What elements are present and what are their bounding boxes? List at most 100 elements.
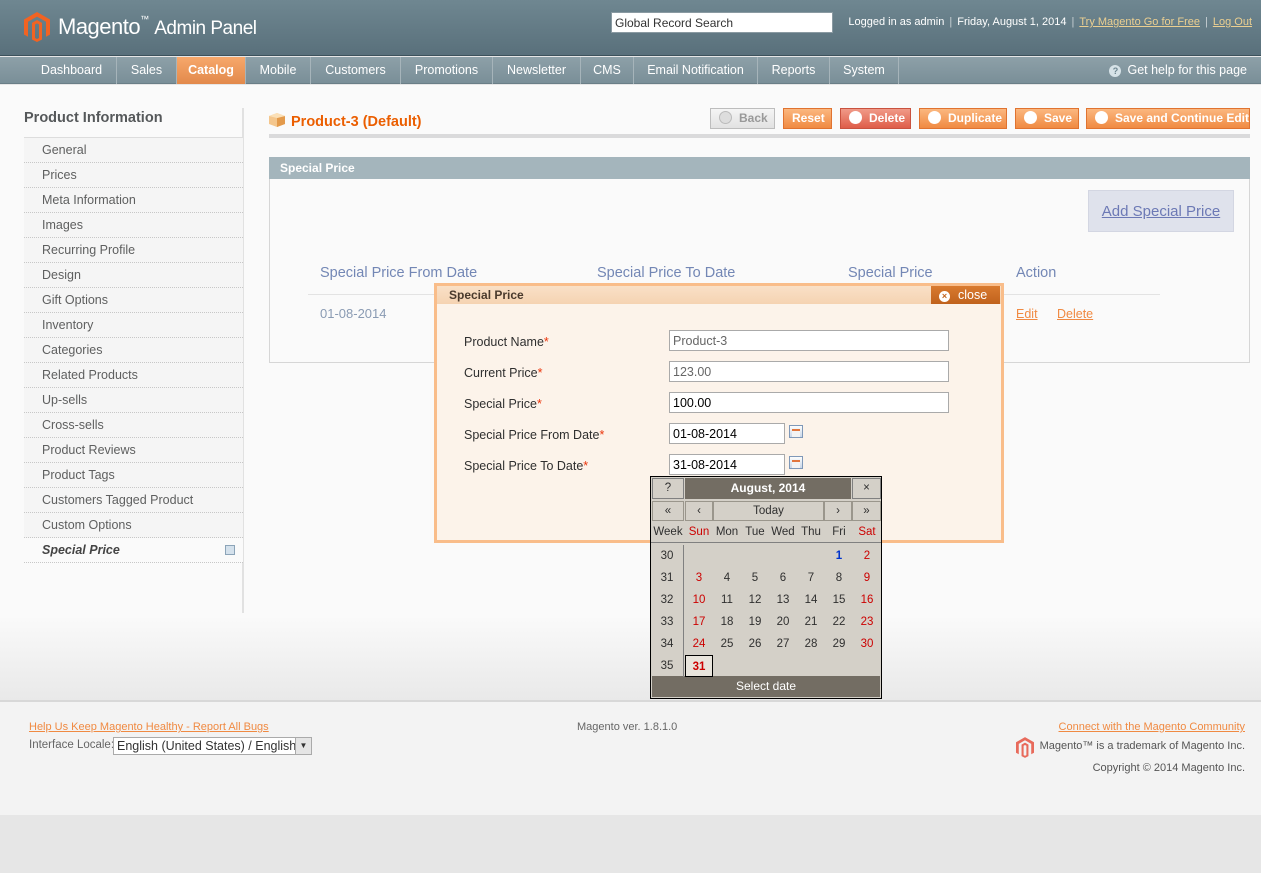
calendar-day[interactable]: 29 xyxy=(825,633,853,655)
community-link[interactable]: Connect with the Magento Community xyxy=(1059,721,1245,733)
calendar-weekday-header: Thu xyxy=(797,521,825,543)
nav-cms[interactable]: CMS xyxy=(581,57,634,84)
calendar-day[interactable]: 7 xyxy=(797,567,825,589)
tab-gift-options[interactable]: Gift Options xyxy=(24,288,243,313)
duplicate-button[interactable]: Duplicate xyxy=(919,108,1007,129)
calendar-help-button[interactable]: ? xyxy=(652,478,684,499)
calendar-day[interactable]: 30 xyxy=(853,633,881,655)
calendar-icon[interactable] xyxy=(789,425,803,438)
nav-email-notification[interactable]: Email Notification xyxy=(634,57,758,84)
tab-recurring-profile[interactable]: Recurring Profile xyxy=(24,238,243,263)
calendar-prev-month-button[interactable]: ‹ xyxy=(685,501,713,521)
from-date-label: Special Price From Date* xyxy=(464,428,605,442)
tab-images[interactable]: Images xyxy=(24,213,243,238)
calendar-day[interactable]: 17 xyxy=(685,611,713,633)
locale-select[interactable]: English (United States) / English ▼ xyxy=(113,737,312,755)
calendar-day[interactable]: 27 xyxy=(769,633,797,655)
calendar-day[interactable]: 15 xyxy=(825,589,853,611)
report-bugs-link[interactable]: Help Us Keep Magento Healthy - Report Al… xyxy=(29,721,269,733)
save-and-continue-button[interactable]: Save and Continue Edit xyxy=(1086,108,1250,129)
tab-inventory[interactable]: Inventory xyxy=(24,313,243,338)
special-price-field[interactable] xyxy=(669,392,949,413)
product-tabs: General Prices Meta Information Images R… xyxy=(24,137,243,563)
nav-newsletter[interactable]: Newsletter xyxy=(493,57,581,84)
calendar-day[interactable]: 2 xyxy=(853,545,881,567)
row-edit-link[interactable]: Edit xyxy=(1016,307,1038,321)
nav-system[interactable]: System xyxy=(830,57,899,84)
calendar-day[interactable]: 4 xyxy=(713,567,741,589)
nav-promotions[interactable]: Promotions xyxy=(401,57,493,84)
nav-catalog[interactable]: Catalog xyxy=(177,57,246,84)
nav-sales[interactable]: Sales xyxy=(117,57,177,84)
calendar-day[interactable]: 9 xyxy=(853,567,881,589)
tab-product-tags[interactable]: Product Tags xyxy=(24,463,243,488)
add-special-price-button[interactable]: Add Special Price xyxy=(1088,190,1234,232)
save-button[interactable]: Save xyxy=(1015,108,1079,129)
magento-logo-icon[interactable] xyxy=(24,12,50,42)
calendar-day[interactable]: 24 xyxy=(685,633,713,655)
calendar-day[interactable]: 5 xyxy=(741,567,769,589)
nav-dashboard[interactable]: Dashboard xyxy=(27,57,117,84)
product-name-field[interactable] xyxy=(669,330,949,351)
calendar-day[interactable]: 13 xyxy=(769,589,797,611)
tab-up-sells[interactable]: Up-sells xyxy=(24,388,243,413)
nav-customers[interactable]: Customers xyxy=(311,57,401,84)
calendar-day[interactable]: 23 xyxy=(853,611,881,633)
locale-label: Interface Locale: xyxy=(29,739,115,751)
tab-prices[interactable]: Prices xyxy=(24,163,243,188)
tab-customers-tagged-product[interactable]: Customers Tagged Product xyxy=(24,488,243,513)
calendar-day[interactable]: 10 xyxy=(685,589,713,611)
calendar-day[interactable]: 26 xyxy=(741,633,769,655)
calendar-week-number: 33 xyxy=(651,611,684,633)
calendar-day[interactable]: 21 xyxy=(797,611,825,633)
trademark-text: Magento™ is a trademark of Magento Inc. xyxy=(1039,740,1245,752)
calendar-close-button[interactable]: × xyxy=(852,478,881,499)
calendar-day[interactable]: 18 xyxy=(713,611,741,633)
tab-product-reviews[interactable]: Product Reviews xyxy=(24,438,243,463)
calendar-day[interactable]: 31 xyxy=(685,655,713,677)
calendar-day[interactable]: 1 xyxy=(825,545,853,567)
calendar-month-title[interactable]: August, 2014 xyxy=(685,478,851,499)
tab-related-products[interactable]: Related Products xyxy=(24,363,243,388)
calendar-day[interactable]: 28 xyxy=(797,633,825,655)
tab-special-price[interactable]: Special Price xyxy=(24,538,243,563)
calendar-day[interactable]: 8 xyxy=(825,567,853,589)
logout-link[interactable]: Log Out xyxy=(1213,16,1252,28)
calendar-day[interactable]: 6 xyxy=(769,567,797,589)
calendar-today-button[interactable]: Today xyxy=(713,501,824,521)
delete-button[interactable]: Delete xyxy=(840,108,911,129)
calendar-day[interactable]: 14 xyxy=(797,589,825,611)
tab-categories[interactable]: Categories xyxy=(24,338,243,363)
global-search-input[interactable] xyxy=(611,12,833,33)
tab-meta-information[interactable]: Meta Information xyxy=(24,188,243,213)
tab-cross-sells[interactable]: Cross-sells xyxy=(24,413,243,438)
from-date-field[interactable] xyxy=(669,423,785,444)
calendar-prev-year-button[interactable]: « xyxy=(652,501,684,521)
nav-mobile[interactable]: Mobile xyxy=(246,57,311,84)
calendar-day[interactable]: 19 xyxy=(741,611,769,633)
calendar-next-year-button[interactable]: » xyxy=(852,501,881,521)
calendar-day[interactable]: 3 xyxy=(685,567,713,589)
back-button[interactable]: Back xyxy=(710,108,775,129)
calendar-day[interactable]: 25 xyxy=(713,633,741,655)
calendar-day[interactable]: 20 xyxy=(769,611,797,633)
reset-button[interactable]: Reset xyxy=(783,108,832,129)
current-price-field[interactable] xyxy=(669,361,949,382)
tab-general[interactable]: General xyxy=(24,138,243,163)
try-magento-go-link[interactable]: Try Magento Go for Free xyxy=(1079,16,1200,28)
calendar-day[interactable]: 11 xyxy=(713,589,741,611)
calendar-footer: Select date xyxy=(652,676,880,697)
to-date-field[interactable] xyxy=(669,454,785,475)
dialog-close-button[interactable]: × close xyxy=(931,286,1000,304)
delete-icon xyxy=(849,111,862,124)
calendar-icon[interactable] xyxy=(789,456,803,469)
tab-design[interactable]: Design xyxy=(24,263,243,288)
calendar-day[interactable]: 12 xyxy=(741,589,769,611)
help-link[interactable]: ? Get help for this page xyxy=(1109,63,1247,77)
calendar-day[interactable]: 16 xyxy=(853,589,881,611)
calendar-day[interactable]: 22 xyxy=(825,611,853,633)
nav-reports[interactable]: Reports xyxy=(758,57,830,84)
tab-custom-options[interactable]: Custom Options xyxy=(24,513,243,538)
row-delete-link[interactable]: Delete xyxy=(1057,307,1093,321)
calendar-next-month-button[interactable]: › xyxy=(824,501,852,521)
